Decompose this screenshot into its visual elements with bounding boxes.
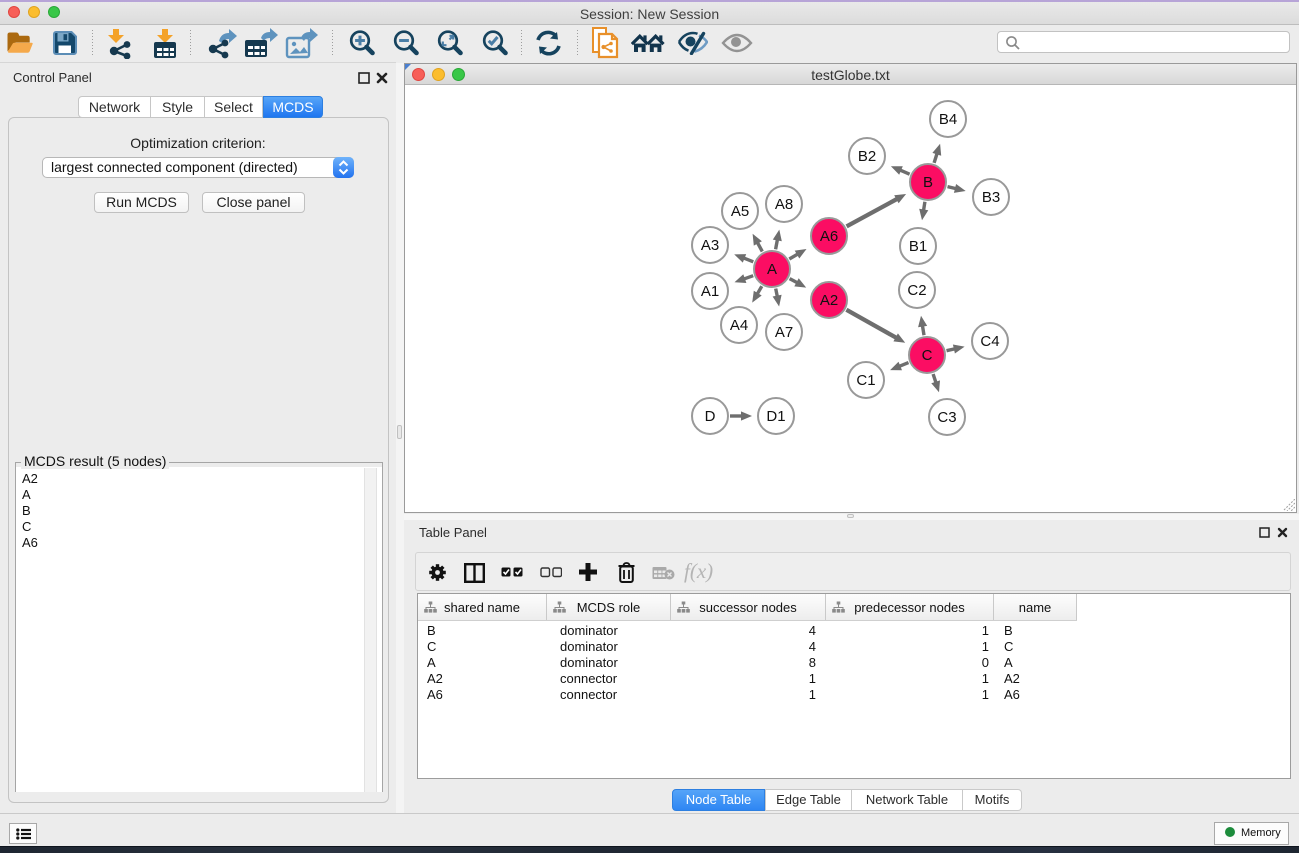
svg-text:A2: A2	[820, 292, 838, 309]
svg-text:A3: A3	[701, 237, 719, 254]
svg-text:B2: B2	[858, 148, 876, 165]
svg-text:A: A	[767, 261, 777, 278]
svg-text:A6: A6	[820, 228, 838, 245]
svg-text:D: D	[705, 408, 716, 425]
svg-text:A8: A8	[775, 196, 793, 213]
svg-text:C: C	[922, 347, 933, 364]
svg-text:D1: D1	[766, 408, 785, 425]
svg-text:B4: B4	[939, 111, 957, 128]
svg-text:B: B	[923, 174, 933, 191]
svg-text:B3: B3	[982, 189, 1000, 206]
svg-text:B1: B1	[909, 238, 927, 255]
svg-text:A5: A5	[731, 203, 749, 220]
svg-text:C2: C2	[907, 282, 926, 299]
svg-text:A7: A7	[775, 324, 793, 341]
svg-text:C4: C4	[980, 333, 999, 350]
svg-text:A1: A1	[701, 283, 719, 300]
svg-text:C1: C1	[856, 372, 875, 389]
svg-text:A4: A4	[730, 317, 748, 334]
svg-text:C3: C3	[937, 409, 956, 426]
